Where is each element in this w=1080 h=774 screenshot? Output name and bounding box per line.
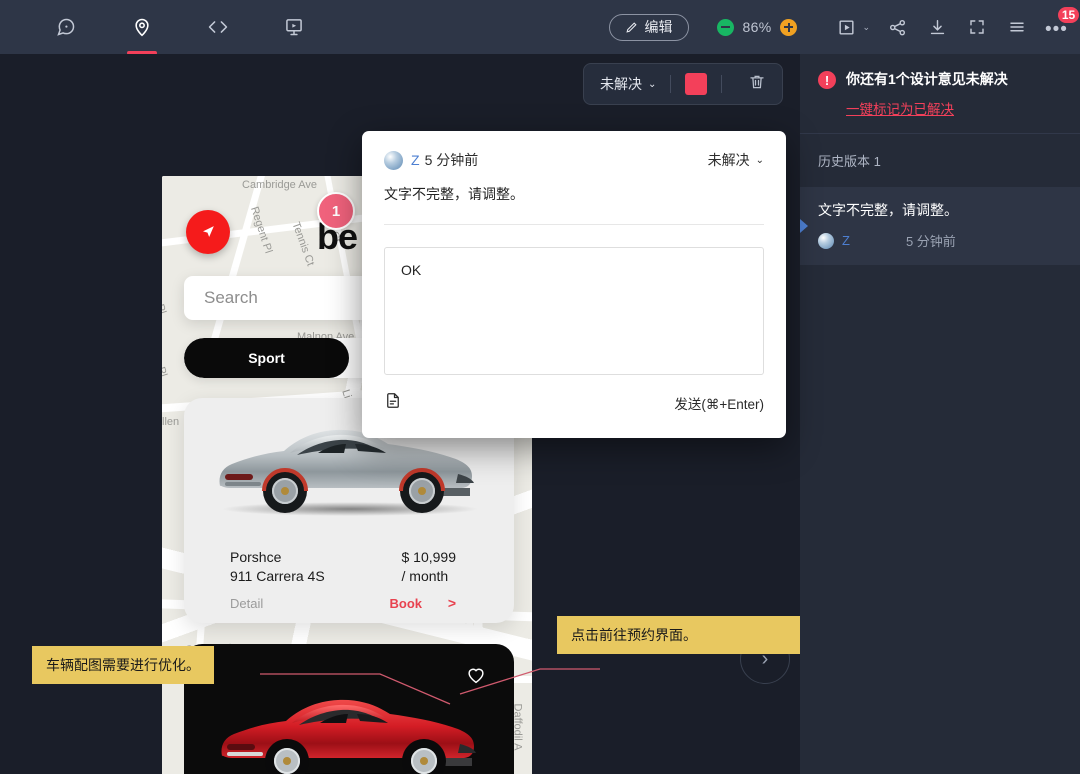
- notification-badge: 15: [1056, 5, 1080, 25]
- tool-group-right: 编辑 86% ⌄ ••• 15: [608, 0, 1080, 54]
- play-dropdown-caret[interactable]: ⌄: [862, 22, 870, 33]
- navigation-arrow-icon: [203, 226, 214, 237]
- avatar: [384, 150, 403, 170]
- comment-meta-row: Z 5 分钟前 未解决 ⌄: [384, 150, 764, 170]
- zoom-controls: 86%: [716, 18, 798, 36]
- alert-text: 你还有1个设计意见未解决: [846, 71, 1008, 87]
- comment-popup[interactable]: Z 5 分钟前 未解决 ⌄ 文字不完整，请调整。 OK 发送(⌘+Enter): [362, 131, 786, 438]
- attach-file-button[interactable]: [384, 391, 402, 415]
- share-icon: [889, 19, 905, 35]
- comment-message: 文字不完整，请调整。: [384, 186, 524, 202]
- car-card-title: Porshce 911 Carrera 4S: [230, 548, 325, 586]
- popup-status-dropdown[interactable]: 未解决 ⌄: [708, 150, 764, 170]
- comment-color-swatch[interactable]: [685, 73, 708, 95]
- comment-list-text: 文字不完整，请调整。: [818, 202, 958, 218]
- map-label: llen: [162, 416, 180, 428]
- annotation-booking[interactable]: 点击前往预约界面。: [557, 616, 800, 654]
- popup-divider: [384, 224, 764, 225]
- attachment-file-icon: [387, 393, 399, 408]
- alert-exclamation-icon: !: [818, 71, 836, 89]
- share-button[interactable]: [884, 14, 910, 40]
- current-location-button[interactable]: [186, 210, 230, 254]
- present-tool[interactable]: [280, 12, 308, 42]
- comment-author: Z: [411, 152, 420, 168]
- toolbar-divider: [670, 75, 672, 93]
- trash-icon: [750, 75, 764, 88]
- pencil-icon: [625, 21, 637, 33]
- popup-footer: 发送(⌘+Enter): [384, 391, 764, 415]
- presentation-icon: [286, 19, 302, 36]
- code-brackets-icon: [208, 21, 228, 33]
- comment-timestamp: 5 分钟前: [424, 152, 479, 168]
- car-model: 911 Carrera 4S: [230, 568, 325, 584]
- reply-input[interactable]: OK: [384, 247, 764, 375]
- edit-button-label: 编辑: [644, 19, 673, 35]
- version-label: 历史版本 1: [818, 154, 881, 169]
- car-card-price: $ 10,999 / month: [402, 548, 457, 586]
- comment-status-label: 未解决: [600, 76, 642, 92]
- chevron-down-icon: ⌄: [648, 78, 657, 90]
- download-button[interactable]: [924, 14, 950, 40]
- fullscreen-icon: [970, 20, 984, 34]
- car-book-arrow[interactable]: >: [448, 595, 456, 611]
- menu-button[interactable]: [1004, 14, 1030, 40]
- code-tool[interactable]: [204, 12, 232, 42]
- car-brand: Porshce: [230, 549, 282, 565]
- more-dots-icon: •••: [1045, 19, 1068, 40]
- unresolved-alert: ! 你还有1个设计意见未解决 一键标记为已解决: [800, 54, 1080, 133]
- zoom-out-button[interactable]: [716, 18, 734, 36]
- chevron-down-icon: ⌄: [755, 154, 764, 166]
- play-button[interactable]: [833, 14, 859, 40]
- map-pin-icon: [135, 18, 149, 37]
- notifications-button[interactable]: ••• 15: [1044, 5, 1080, 40]
- resolve-all-link[interactable]: 一键标记为已解决: [846, 98, 954, 118]
- edit-button[interactable]: 编辑: [608, 13, 689, 41]
- comment-tool[interactable]: [52, 12, 80, 42]
- fullscreen-button[interactable]: [964, 14, 990, 40]
- zoom-level-label: 86%: [742, 19, 772, 35]
- alert-row: ! 你还有1个设计意见未解决: [818, 70, 1062, 89]
- zoom-in-button[interactable]: [780, 18, 798, 36]
- car-book-button[interactable]: Book: [390, 596, 423, 611]
- avatar: [818, 232, 834, 249]
- car-price-value: $ 10,999: [401, 549, 457, 565]
- car-price-period: / month: [401, 568, 449, 584]
- segment-sport[interactable]: Sport: [184, 338, 349, 378]
- annotation-car-image[interactable]: 车辆配图需要进行优化。: [32, 646, 214, 684]
- pin-tool[interactable]: [128, 12, 156, 42]
- play-box-icon: [839, 19, 854, 35]
- comment-popup-header: Z 5 分钟前 未解决 ⌄ 文字不完整，请调整。: [362, 131, 786, 225]
- download-icon: [930, 19, 944, 34]
- hamburger-menu-icon: [1010, 22, 1024, 32]
- featured-car-card[interactable]: [184, 644, 514, 774]
- tool-group-left: [0, 0, 308, 54]
- comment-list-time: 5 分钟前: [905, 234, 956, 249]
- top-toolbar: 编辑 86% ⌄ ••• 15: [0, 0, 1080, 54]
- car-detail-link[interactable]: Detail: [230, 596, 263, 611]
- app-root: 编辑 86% ⌄ ••• 15 Cambridge Ave Regent Pl …: [0, 0, 1080, 774]
- map-marker-badge[interactable]: 1: [317, 192, 355, 230]
- send-reply-button[interactable]: 发送(⌘+Enter): [674, 393, 764, 413]
- comment-list-author: Z: [842, 233, 850, 248]
- comments-sidebar: ! 你还有1个设计意见未解决 一键标记为已解决 历史版本 1 文字不完整，请调整…: [800, 54, 1080, 774]
- comment-list-meta: Z 5 分钟前: [818, 231, 1062, 250]
- toolbar-divider: [721, 75, 723, 93]
- popup-status-label: 未解决: [707, 152, 750, 168]
- delete-comment-button[interactable]: [748, 73, 766, 96]
- red-porsche-image: [221, 699, 476, 774]
- comment-action-toolbar: 未解决 ⌄: [583, 63, 783, 105]
- speech-bubble-icon: [57, 18, 75, 36]
- map-label: Cambridge Ave: [242, 179, 318, 191]
- comment-status-dropdown[interactable]: 未解决 ⌄: [600, 74, 656, 94]
- comment-list-item[interactable]: 文字不完整，请调整。 Z 5 分钟前: [800, 187, 1080, 265]
